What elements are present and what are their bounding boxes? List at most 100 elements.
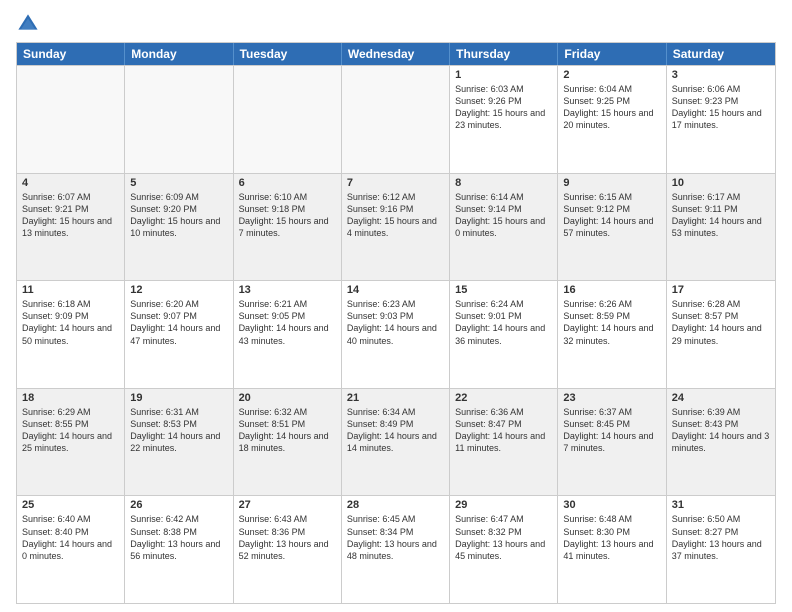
calendar-cell-empty-0-1	[125, 66, 233, 173]
calendar-cell-17: 17Sunrise: 6:28 AMSunset: 8:57 PMDayligh…	[667, 281, 775, 388]
calendar-cell-14: 14 Sunrise: 6:23 AMSunset: 9:03 PMDayligh…	[342, 281, 450, 388]
cell-info: Sunrise: 6:37 AMSunset: 8:45 PMDaylight:…	[563, 406, 660, 455]
logo	[16, 12, 44, 36]
header	[16, 12, 776, 36]
calendar-cell-23: 23 Sunrise: 6:37 AMSunset: 8:45 PMDayligh…	[558, 389, 666, 496]
calendar-header-wednesday: Wednesday	[342, 43, 450, 65]
day-number: 13	[239, 284, 336, 296]
day-number: 18	[22, 392, 119, 404]
day-number: 31	[672, 499, 770, 511]
day-number: 15	[455, 284, 552, 296]
calendar-cell-empty-0-0	[17, 66, 125, 173]
calendar-cell-30: 30 Sunrise: 6:48 AMSunset: 8:30 PMDayligh…	[558, 496, 666, 603]
cell-info: Sunrise: 6:29 AMSunset: 8:55 PMDaylight:…	[22, 406, 119, 455]
cell-info: Sunrise: 6:21 AMSunset: 9:05 PMDaylight:…	[239, 298, 336, 347]
calendar-cell-11: 11 Sunrise: 6:18 AMSunset: 9:09 PMDayligh…	[17, 281, 125, 388]
calendar-cell-empty-0-2	[234, 66, 342, 173]
calendar-cell-20: 20 Sunrise: 6:32 AMSunset: 8:51 PMDayligh…	[234, 389, 342, 496]
calendar-cell-4: 4 Sunrise: 6:07 AMSunset: 9:21 PMDaylight…	[17, 174, 125, 281]
cell-info: Sunrise: 6:34 AMSunset: 8:49 PMDaylight:…	[347, 406, 444, 455]
calendar-cell-15: 15 Sunrise: 6:24 AMSunset: 9:01 PMDayligh…	[450, 281, 558, 388]
calendar-week-2: 4 Sunrise: 6:07 AMSunset: 9:21 PMDaylight…	[17, 173, 775, 281]
cell-info: Sunrise: 6:07 AMSunset: 9:21 PMDaylight:…	[22, 191, 119, 240]
cell-info: Sunrise: 6:43 AMSunset: 8:36 PMDaylight:…	[239, 513, 336, 562]
cell-info: Sunrise: 6:12 AMSunset: 9:16 PMDaylight:…	[347, 191, 444, 240]
calendar-cell-27: 27 Sunrise: 6:43 AMSunset: 8:36 PMDayligh…	[234, 496, 342, 603]
page: SundayMondayTuesdayWednesdayThursdayFrid…	[0, 0, 792, 612]
calendar: SundayMondayTuesdayWednesdayThursdayFrid…	[16, 42, 776, 604]
logo-icon	[16, 12, 40, 36]
day-number: 2	[563, 69, 660, 81]
calendar-header-sunday: Sunday	[17, 43, 125, 65]
day-number: 19	[130, 392, 227, 404]
cell-info: Sunrise: 6:50 AMSunset: 8:27 PMDaylight:…	[672, 513, 770, 562]
calendar-week-5: 25 Sunrise: 6:40 AMSunset: 8:40 PMDayligh…	[17, 495, 775, 603]
cell-info: Sunrise: 6:48 AMSunset: 8:30 PMDaylight:…	[563, 513, 660, 562]
cell-info: Sunrise: 6:42 AMSunset: 8:38 PMDaylight:…	[130, 513, 227, 562]
cell-info: Sunrise: 6:31 AMSunset: 8:53 PMDaylight:…	[130, 406, 227, 455]
cell-info: Sunrise: 6:39 AMSunset: 8:43 PMDaylight:…	[672, 406, 770, 455]
day-number: 28	[347, 499, 444, 511]
cell-info: Sunrise: 6:40 AMSunset: 8:40 PMDaylight:…	[22, 513, 119, 562]
calendar-header-row: SundayMondayTuesdayWednesdayThursdayFrid…	[17, 43, 775, 65]
day-number: 23	[563, 392, 660, 404]
cell-info: Sunrise: 6:26 AMSunset: 8:59 PMDaylight:…	[563, 298, 660, 347]
calendar-cell-2: 2 Sunrise: 6:04 AMSunset: 9:25 PMDaylight…	[558, 66, 666, 173]
calendar-cell-24: 24Sunrise: 6:39 AMSunset: 8:43 PMDayligh…	[667, 389, 775, 496]
day-number: 12	[130, 284, 227, 296]
calendar-week-3: 11 Sunrise: 6:18 AMSunset: 9:09 PMDayligh…	[17, 280, 775, 388]
cell-info: Sunrise: 6:47 AMSunset: 8:32 PMDaylight:…	[455, 513, 552, 562]
calendar-header-monday: Monday	[125, 43, 233, 65]
day-number: 3	[672, 69, 770, 81]
cell-info: Sunrise: 6:14 AMSunset: 9:14 PMDaylight:…	[455, 191, 552, 240]
calendar-cell-empty-0-3	[342, 66, 450, 173]
calendar-cell-22: 22Sunrise: 6:36 AMSunset: 8:47 PMDayligh…	[450, 389, 558, 496]
calendar-cell-25: 25 Sunrise: 6:40 AMSunset: 8:40 PMDayligh…	[17, 496, 125, 603]
day-number: 5	[130, 177, 227, 189]
calendar-week-1: 1Sunrise: 6:03 AMSunset: 9:26 PMDaylight…	[17, 65, 775, 173]
day-number: 25	[22, 499, 119, 511]
calendar-cell-16: 16 Sunrise: 6:26 AMSunset: 8:59 PMDayligh…	[558, 281, 666, 388]
day-number: 16	[563, 284, 660, 296]
calendar-cell-12: 12 Sunrise: 6:20 AMSunset: 9:07 PMDayligh…	[125, 281, 233, 388]
calendar-header-saturday: Saturday	[667, 43, 775, 65]
day-number: 11	[22, 284, 119, 296]
cell-info: Sunrise: 6:20 AMSunset: 9:07 PMDaylight:…	[130, 298, 227, 347]
cell-info: Sunrise: 6:18 AMSunset: 9:09 PMDaylight:…	[22, 298, 119, 347]
calendar-cell-1: 1Sunrise: 6:03 AMSunset: 9:26 PMDaylight…	[450, 66, 558, 173]
cell-info: Sunrise: 6:15 AMSunset: 9:12 PMDaylight:…	[563, 191, 660, 240]
day-number: 1	[455, 69, 552, 81]
calendar-cell-31: 31 Sunrise: 6:50 AMSunset: 8:27 PMDayligh…	[667, 496, 775, 603]
calendar-cell-18: 18 Sunrise: 6:29 AMSunset: 8:55 PMDayligh…	[17, 389, 125, 496]
calendar-week-4: 18 Sunrise: 6:29 AMSunset: 8:55 PMDayligh…	[17, 388, 775, 496]
day-number: 9	[563, 177, 660, 189]
day-number: 14	[347, 284, 444, 296]
calendar-cell-21: 21 Sunrise: 6:34 AMSunset: 8:49 PMDayligh…	[342, 389, 450, 496]
day-number: 30	[563, 499, 660, 511]
calendar-cell-7: 7 Sunrise: 6:12 AMSunset: 9:16 PMDaylight…	[342, 174, 450, 281]
day-number: 29	[455, 499, 552, 511]
cell-info: Sunrise: 6:17 AMSunset: 9:11 PMDaylight:…	[672, 191, 770, 240]
day-number: 21	[347, 392, 444, 404]
day-number: 26	[130, 499, 227, 511]
day-number: 27	[239, 499, 336, 511]
cell-info: Sunrise: 6:23 AMSunset: 9:03 PMDaylight:…	[347, 298, 444, 347]
cell-info: Sunrise: 6:45 AMSunset: 8:34 PMDaylight:…	[347, 513, 444, 562]
calendar-cell-5: 5 Sunrise: 6:09 AMSunset: 9:20 PMDaylight…	[125, 174, 233, 281]
cell-info: Sunrise: 6:04 AMSunset: 9:25 PMDaylight:…	[563, 83, 660, 132]
day-number: 7	[347, 177, 444, 189]
calendar-cell-9: 9 Sunrise: 6:15 AMSunset: 9:12 PMDaylight…	[558, 174, 666, 281]
cell-info: Sunrise: 6:09 AMSunset: 9:20 PMDaylight:…	[130, 191, 227, 240]
day-number: 10	[672, 177, 770, 189]
calendar-cell-3: 3Sunrise: 6:06 AMSunset: 9:23 PMDaylight…	[667, 66, 775, 173]
cell-info: Sunrise: 6:32 AMSunset: 8:51 PMDaylight:…	[239, 406, 336, 455]
calendar-cell-28: 28 Sunrise: 6:45 AMSunset: 8:34 PMDayligh…	[342, 496, 450, 603]
day-number: 4	[22, 177, 119, 189]
cell-info: Sunrise: 6:24 AMSunset: 9:01 PMDaylight:…	[455, 298, 552, 347]
day-number: 22	[455, 392, 552, 404]
calendar-cell-10: 10 Sunrise: 6:17 AMSunset: 9:11 PMDayligh…	[667, 174, 775, 281]
calendar-body: 1Sunrise: 6:03 AMSunset: 9:26 PMDaylight…	[17, 65, 775, 603]
calendar-cell-13: 13 Sunrise: 6:21 AMSunset: 9:05 PMDayligh…	[234, 281, 342, 388]
cell-info: Sunrise: 6:28 AMSunset: 8:57 PMDaylight:…	[672, 298, 770, 347]
day-number: 20	[239, 392, 336, 404]
